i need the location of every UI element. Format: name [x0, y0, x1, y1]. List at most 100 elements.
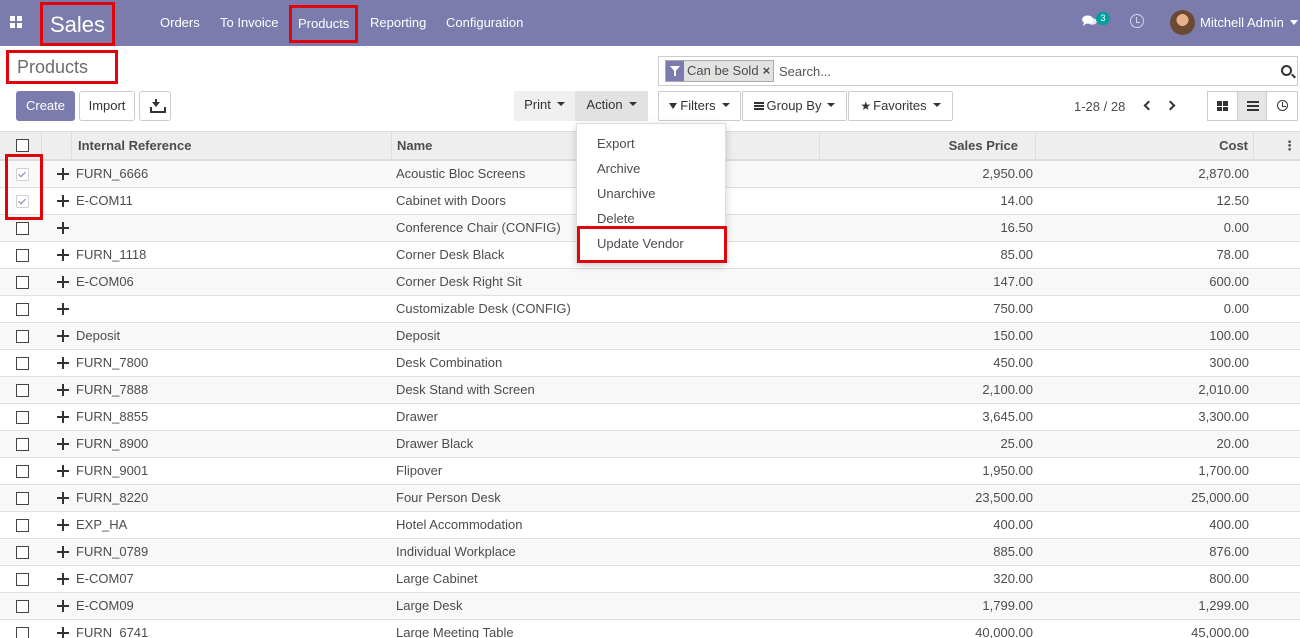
activity-icon [1277, 100, 1289, 111]
kanban-view-button[interactable] [1208, 92, 1238, 120]
row-checkbox[interactable] [16, 492, 29, 505]
pager-previous-icon[interactable] [1143, 100, 1154, 111]
group-by-label: Group By [766, 98, 822, 113]
create-button[interactable]: Create [16, 91, 75, 121]
avatar[interactable] [1170, 10, 1195, 35]
select-all-checkbox[interactable] [16, 139, 29, 152]
app-title[interactable]: Sales [40, 2, 115, 46]
drag-handle-icon[interactable] [57, 411, 69, 423]
cell-cost: 400.00 [1209, 517, 1249, 532]
drag-handle-icon[interactable] [57, 249, 69, 261]
column-sales-price[interactable]: Sales Price [820, 132, 1036, 160]
cell-cost: 25,000.00 [1191, 490, 1249, 505]
row-checkbox[interactable] [16, 222, 29, 235]
menu-configuration[interactable]: Configuration [446, 0, 523, 46]
table-row[interactable]: FURN_8855 Drawer 3,645.00 3,300.00 [0, 404, 1300, 431]
cell-internal-reference: FURN_6741 [76, 625, 149, 638]
drag-handle-icon[interactable] [57, 357, 69, 369]
search-box[interactable]: Can be Sold × [658, 56, 1298, 86]
activity-clock-icon[interactable] [1130, 14, 1144, 28]
menu-item-archive[interactable]: Archive [597, 161, 640, 176]
filters-button[interactable]: Filters [658, 91, 741, 121]
table-row[interactable]: FURN_0789 Individual Workplace 885.00 876.0… [0, 539, 1300, 566]
row-checkbox[interactable] [16, 438, 29, 451]
row-checkbox[interactable] [16, 303, 29, 316]
drag-handle-icon[interactable] [57, 600, 69, 612]
drag-handle-icon[interactable] [57, 303, 69, 315]
column-internal-reference[interactable]: Internal Reference [72, 132, 392, 160]
pager-next-icon[interactable] [1165, 100, 1176, 111]
drag-handle-icon[interactable] [57, 195, 69, 207]
chat-icon[interactable] [1082, 15, 1097, 27]
favorites-label: Favorites [873, 98, 927, 113]
search-icon[interactable] [1281, 65, 1292, 76]
row-checkbox[interactable] [16, 546, 29, 559]
table-row[interactable]: FURN_6741 Large Meeting Table 40,000.00 45,… [0, 620, 1300, 638]
drag-handle-icon[interactable] [57, 222, 69, 234]
table-row[interactable]: E-COM06 Corner Desk Right Sit 147.00 600.00 [0, 269, 1300, 296]
table-row[interactable]: E-COM09 Large Desk 1,799.00 1,299.00 [0, 593, 1300, 620]
drag-handle-icon[interactable] [57, 627, 69, 638]
row-checkbox[interactable] [16, 330, 29, 343]
drag-handle-icon[interactable] [57, 168, 69, 180]
facet-close-icon[interactable]: × [761, 61, 774, 81]
table-row[interactable]: E-COM07 Large Cabinet 320.00 800.00 [0, 566, 1300, 593]
search-input[interactable] [779, 61, 1259, 81]
download-button[interactable] [139, 91, 171, 121]
cell-sales-price: 450.00 [993, 355, 1033, 370]
drag-handle-icon[interactable] [57, 519, 69, 531]
table-row[interactable]: FURN_8220 Four Person Desk 23,500.00 25,000… [0, 485, 1300, 512]
group-by-button[interactable]: Group By [742, 91, 847, 121]
handle-header [42, 132, 72, 160]
table-row[interactable]: FURN_7800 Desk Combination 450.00 300.00 [0, 350, 1300, 377]
menu-products[interactable]: Products [289, 5, 359, 43]
table-row[interactable]: Customizable Desk (CONFIG) 750.00 0.00 [0, 296, 1300, 323]
menu-orders[interactable]: Orders [160, 0, 200, 46]
user-caret-icon[interactable] [1290, 20, 1298, 25]
filters-label: Filters [680, 98, 716, 113]
menu-to-invoice[interactable]: To Invoice [220, 0, 279, 46]
row-checkbox[interactable] [16, 249, 29, 262]
menu-item-delete[interactable]: Delete [597, 211, 635, 226]
drag-handle-icon[interactable] [57, 438, 69, 450]
cell-cost: 78.00 [1216, 247, 1249, 262]
star-icon: ★ [860, 99, 872, 113]
optional-columns-toggle[interactable]: ⋮ [1254, 132, 1300, 160]
drag-handle-icon[interactable] [57, 465, 69, 477]
action-button[interactable]: Action [575, 91, 648, 121]
menu-item-unarchive[interactable]: Unarchive [597, 186, 656, 201]
table-row[interactable]: FURN_7888 Desk Stand with Screen 2,100.00 2… [0, 377, 1300, 404]
row-checkbox[interactable] [16, 600, 29, 613]
drag-handle-icon[interactable] [57, 492, 69, 504]
row-checkbox[interactable] [16, 519, 29, 532]
table-row[interactable]: Deposit Deposit 150.00 100.00 [0, 323, 1300, 350]
row-checkbox[interactable] [16, 384, 29, 397]
user-name[interactable]: Mitchell Admin [1200, 0, 1284, 45]
drag-handle-icon[interactable] [57, 384, 69, 396]
activity-view-button[interactable] [1267, 92, 1297, 120]
row-checkbox[interactable] [16, 411, 29, 424]
menu-reporting[interactable]: Reporting [370, 0, 426, 46]
column-cost[interactable]: Cost [1036, 132, 1254, 160]
cell-internal-reference: FURN_1118 [76, 247, 147, 262]
menu-item-export[interactable]: Export [597, 136, 635, 151]
pager-value[interactable]: 1-28 / 28 [1074, 99, 1125, 114]
drag-handle-icon[interactable] [57, 546, 69, 558]
row-checkbox[interactable] [16, 573, 29, 586]
row-checkbox[interactable] [16, 276, 29, 289]
table-row[interactable]: FURN_8900 Drawer Black 25.00 20.00 [0, 431, 1300, 458]
drag-handle-icon[interactable] [57, 276, 69, 288]
view-switcher [1207, 91, 1298, 121]
import-button[interactable]: Import [79, 91, 135, 121]
list-view-button[interactable] [1237, 92, 1268, 120]
row-checkbox[interactable] [16, 627, 29, 638]
table-row[interactable]: FURN_9001 Flipover 1,950.00 1,700.00 [0, 458, 1300, 485]
table-row[interactable]: EXP_HA Hotel Accommodation 400.00 400.00 [0, 512, 1300, 539]
row-checkbox[interactable] [16, 465, 29, 478]
drag-handle-icon[interactable] [57, 573, 69, 585]
favorites-button[interactable]: ★ Favorites [848, 91, 953, 121]
print-button[interactable]: Print [514, 91, 575, 121]
drag-handle-icon[interactable] [57, 330, 69, 342]
row-checkbox[interactable] [16, 357, 29, 370]
apps-menu-icon[interactable] [10, 16, 22, 28]
